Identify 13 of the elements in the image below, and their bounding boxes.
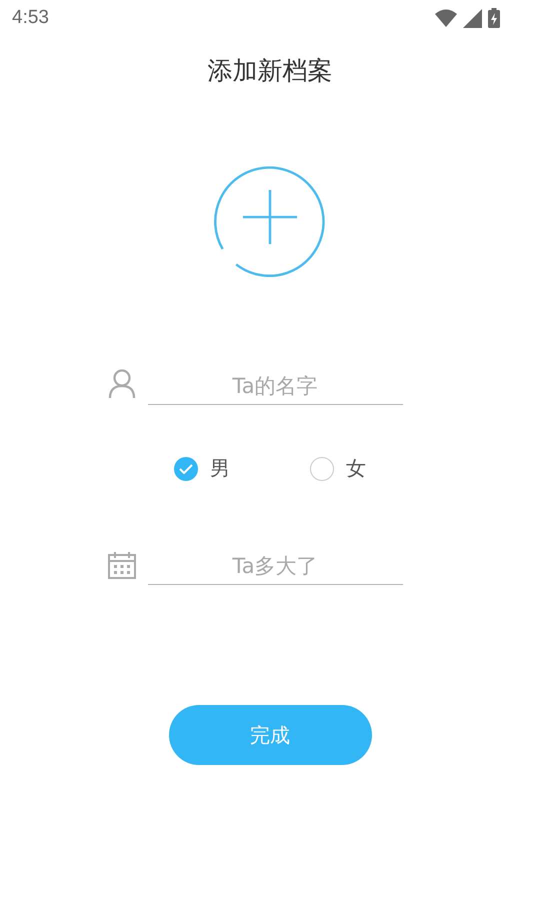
- signal-icon: [463, 8, 482, 28]
- status-time: 4:53: [12, 7, 49, 29]
- gender-label: 女: [346, 455, 366, 482]
- check-icon: [179, 464, 193, 474]
- radio-button[interactable]: [310, 456, 334, 480]
- person-icon: [108, 369, 136, 399]
- calendar-icon: [108, 551, 136, 579]
- page-title: 添加新档案: [208, 55, 332, 87]
- gender-label: 男: [210, 455, 230, 482]
- radio-button[interactable]: [174, 456, 198, 480]
- wifi-icon: [435, 9, 457, 27]
- battery-icon: [488, 8, 500, 28]
- done-button[interactable]: 完成: [168, 705, 372, 765]
